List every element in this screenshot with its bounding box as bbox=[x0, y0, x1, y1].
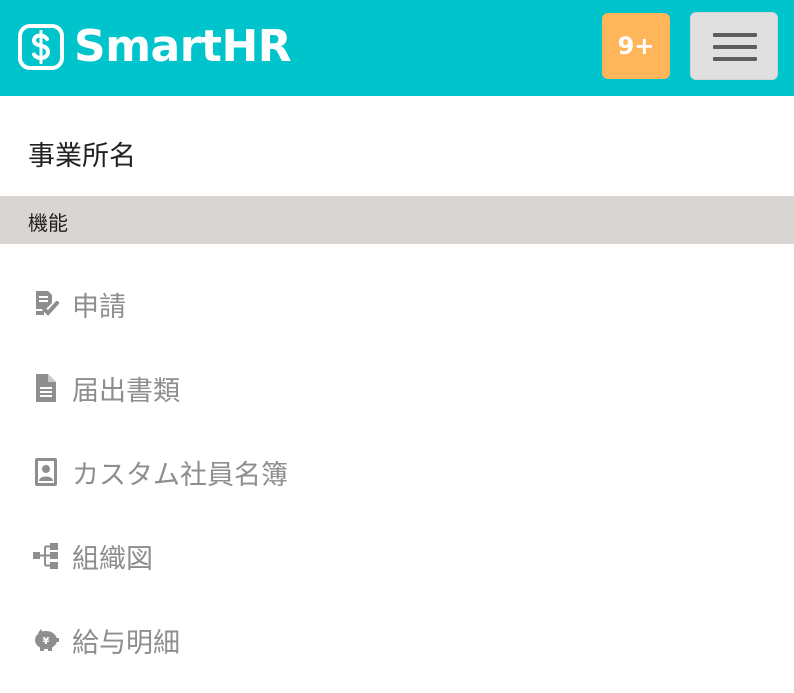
office-name: 事業所名 bbox=[28, 141, 136, 172]
piggy-bank-yen-icon: ¥ bbox=[32, 625, 60, 655]
features-section-header: 機能 bbox=[0, 196, 794, 244]
employee-directory-icon bbox=[32, 457, 60, 487]
office-header: 事業所名 bbox=[0, 96, 794, 196]
notifications-badge[interactable]: 9+ bbox=[602, 13, 670, 79]
svg-text:¥: ¥ bbox=[43, 636, 50, 647]
nav-item-label: 組織図 bbox=[72, 543, 153, 575]
nav-item-label: 届出書類 bbox=[72, 375, 180, 407]
nav-item-label: カスタム社員名簿 bbox=[72, 459, 288, 491]
nav-item-payslip[interactable]: ¥ 給与明細 bbox=[0, 598, 794, 682]
nav-item-org-chart[interactable]: 組織図 bbox=[0, 514, 794, 598]
org-chart-icon bbox=[32, 541, 60, 571]
features-section-title: 機能 bbox=[28, 211, 68, 235]
nav-item-label: 申請 bbox=[72, 291, 126, 323]
menu-button[interactable] bbox=[690, 12, 778, 80]
smarthr-logo[interactable]: SmartHR bbox=[18, 20, 292, 74]
document-icon bbox=[32, 373, 60, 403]
app-header: SmartHR 9+ bbox=[0, 0, 794, 96]
nav-item-label: 給与明細 bbox=[72, 627, 180, 659]
logo-wordmark: SmartHR bbox=[74, 21, 292, 72]
nav-item-requests[interactable]: 申請 bbox=[0, 262, 794, 346]
nav-item-documents[interactable]: 届出書類 bbox=[0, 346, 794, 430]
request-check-icon bbox=[32, 289, 60, 319]
smarthr-logo-mark-icon bbox=[18, 24, 64, 70]
nav-item-employee-directory[interactable]: カスタム社員名簿 bbox=[0, 430, 794, 514]
